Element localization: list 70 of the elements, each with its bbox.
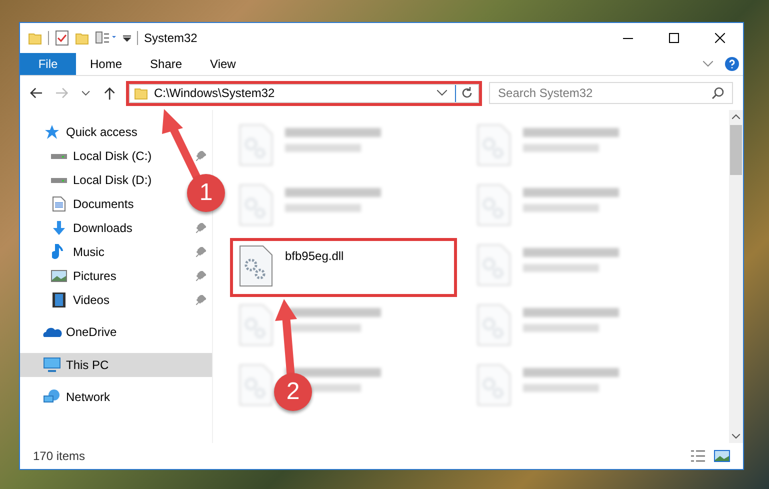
ribbon-tab[interactable]: View bbox=[196, 53, 250, 75]
chevron-down-icon[interactable] bbox=[732, 434, 740, 439]
chevron-up-icon[interactable] bbox=[732, 114, 740, 119]
maximize-icon bbox=[669, 33, 679, 43]
chevron-down-icon[interactable] bbox=[437, 90, 448, 96]
file-item[interactable]: bfb95eg.dll bbox=[233, 241, 454, 294]
checklist-icon[interactable] bbox=[55, 30, 69, 46]
back-arrow-icon[interactable] bbox=[30, 87, 42, 99]
cloud-icon bbox=[42, 326, 62, 338]
sidebar-label: Downloads bbox=[73, 220, 132, 237]
monitor-icon bbox=[43, 357, 61, 373]
sidebar-label: OneDrive bbox=[66, 324, 117, 341]
pin-icon[interactable] bbox=[196, 295, 206, 305]
chevron-down-icon[interactable] bbox=[703, 61, 713, 67]
address-bar[interactable]: C:\Windows\System32 bbox=[129, 84, 480, 102]
pin-icon[interactable] bbox=[196, 151, 206, 161]
search-field[interactable]: Search System32 bbox=[489, 82, 734, 104]
drive-icon bbox=[51, 178, 67, 182]
sidebar-item[interactable]: Videos bbox=[20, 288, 212, 312]
sidebar-item[interactable]: Quick access bbox=[20, 120, 142, 144]
sidebar-item[interactable]: Network bbox=[20, 385, 114, 409]
properties-icon[interactable] bbox=[95, 31, 117, 45]
chevron-down-icon[interactable] bbox=[82, 90, 90, 96]
window-title: System32 bbox=[144, 30, 198, 47]
sidebar-label: Quick access bbox=[66, 124, 138, 141]
sidebar-item[interactable]: Music bbox=[20, 240, 212, 264]
sidebar-item[interactable]: OneDrive bbox=[20, 320, 121, 344]
item-count: 170 items bbox=[33, 448, 86, 465]
sidebar-label: Local Disk (C:) bbox=[73, 148, 152, 165]
pin-icon[interactable] bbox=[196, 271, 206, 281]
ribbon-tab[interactable]: File bbox=[20, 53, 76, 75]
sidebar-label: Videos bbox=[73, 292, 110, 309]
document-icon bbox=[52, 196, 66, 212]
file-name: bfb95eg.dll bbox=[285, 248, 344, 265]
pin-icon[interactable] bbox=[196, 247, 206, 257]
search-icon bbox=[712, 87, 724, 99]
sidebar-item[interactable]: Local Disk (D:) bbox=[20, 168, 156, 192]
folder-icon bbox=[134, 86, 148, 100]
globe-monitor-icon bbox=[43, 389, 61, 405]
large-icons-view-icon[interactable] bbox=[714, 450, 730, 462]
details-view-icon[interactable] bbox=[690, 450, 706, 462]
scrollbar[interactable] bbox=[729, 110, 743, 443]
sidebar-label: Local Disk (D:) bbox=[73, 172, 152, 189]
sidebar-item[interactable]: Pictures bbox=[20, 264, 212, 288]
ribbon-tab[interactable]: Home bbox=[76, 53, 136, 75]
up-arrow-icon[interactable] bbox=[104, 86, 116, 100]
ribbon-tab[interactable]: Share bbox=[136, 53, 196, 75]
refresh-icon[interactable] bbox=[461, 87, 474, 99]
sidebar-item[interactable]: Downloads bbox=[20, 216, 212, 240]
pin-icon[interactable] bbox=[196, 223, 206, 233]
film-icon bbox=[52, 292, 66, 308]
sidebar-item[interactable]: This PC bbox=[20, 353, 212, 377]
sidebar-item[interactable]: Documents bbox=[20, 192, 138, 216]
sidebar-label: Documents bbox=[73, 196, 134, 213]
sidebar-label: Music bbox=[73, 244, 104, 261]
sidebar-label: This PC bbox=[66, 357, 109, 374]
picture-icon bbox=[51, 269, 67, 283]
music-note-icon bbox=[52, 244, 66, 260]
dropdown-icon[interactable] bbox=[123, 33, 131, 43]
sidebar-item[interactable]: Local Disk (C:) bbox=[20, 144, 212, 168]
help-icon[interactable] bbox=[725, 57, 739, 71]
sidebar-label: Network bbox=[66, 389, 110, 406]
star-icon bbox=[44, 124, 60, 140]
sidebar-label: Pictures bbox=[73, 268, 116, 285]
drive-icon bbox=[51, 154, 67, 158]
scrollbar-thumb[interactable] bbox=[730, 125, 742, 175]
close-icon bbox=[715, 33, 725, 43]
dll-file-icon bbox=[239, 245, 273, 287]
address-path: C:\Windows\System32 bbox=[154, 85, 275, 102]
down-arrow-icon bbox=[51, 220, 67, 236]
